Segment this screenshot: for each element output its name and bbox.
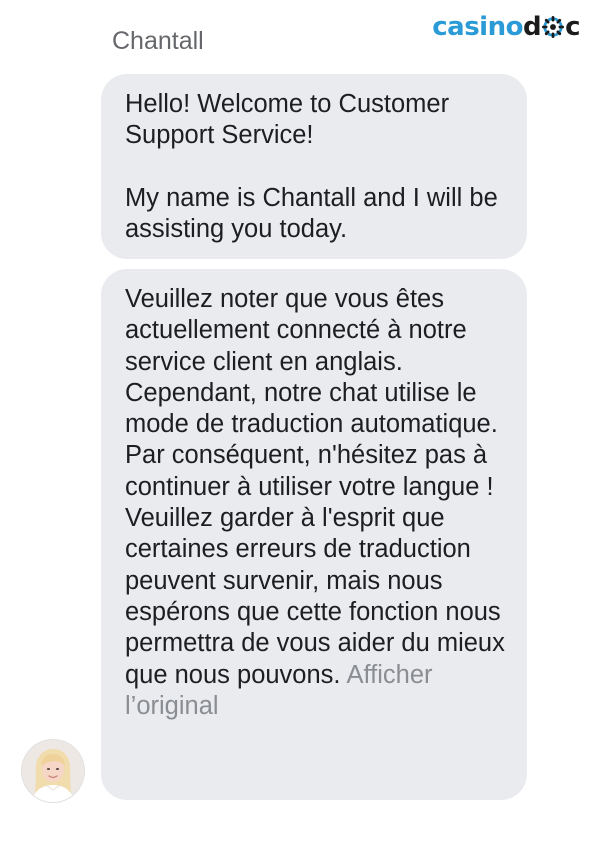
- message-text: Veuillez garder à l'esprit que certaines…: [125, 503, 505, 722]
- message-text: Hello! Welcome to Customer Support Servi…: [125, 90, 450, 150]
- logo-text-casino: casino: [432, 12, 523, 42]
- avatar-image: [22, 740, 84, 802]
- agent-avatar[interactable]: [22, 740, 84, 802]
- gear-icon: [542, 16, 565, 38]
- message-text: Veuillez noter que vous êtes actuellemen…: [125, 285, 498, 501]
- casinodoc-logo: casino d c: [432, 12, 580, 42]
- message-bubble-translated[interactable]: Veuillez noter que vous êtes actuellemen…: [101, 269, 527, 800]
- message-text: My name is Chantall and I will be assist…: [125, 183, 498, 243]
- message-text-continuation: Veuillez garder à l'esprit que certaines…: [125, 504, 505, 689]
- logo-text-doc: d c: [522, 12, 581, 42]
- message-bubble-welcome[interactable]: Hello! Welcome to Customer Support Servi…: [101, 74, 527, 259]
- sender-name: Chantall: [112, 27, 204, 55]
